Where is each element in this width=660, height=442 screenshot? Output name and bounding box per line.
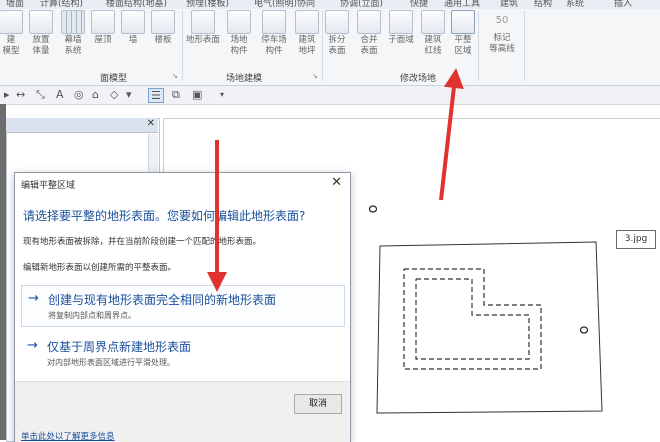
ribbon-button-site-component[interactable]: 场地 构件: [224, 10, 254, 57]
contour-label-icon: 50: [495, 15, 509, 26]
cancel-button[interactable]: 取消: [294, 394, 342, 414]
panel-separator: [524, 11, 525, 81]
ribbon-button-wall[interactable]: 墙: [118, 10, 148, 46]
panel-title-site-model: 场地建模: [226, 74, 263, 84]
menu-item[interactable]: 墙面: [6, 0, 24, 9]
thin-lines-icon[interactable]: ☰: [148, 88, 164, 103]
menu-item[interactable]: 预埋(楼板): [186, 0, 229, 9]
building-pad-icon: [295, 10, 319, 34]
dialog-footer: 取消 单击此处以了解更多信息: [15, 381, 350, 442]
ribbon-button-subregion[interactable]: 子面域: [384, 10, 418, 46]
dialog-text: 现有地形表面被拆除，并在当前阶段创建一个匹配的地形表面。: [23, 237, 262, 247]
option-subtitle: 对内部地形表面区域进行平滑处理。: [47, 358, 175, 367]
car-icon: [262, 10, 286, 34]
ribbon-button-property-line[interactable]: 建筑 红线: [418, 10, 448, 57]
menu-item[interactable]: 计算(结构): [40, 0, 83, 9]
ribbon-button-curtain-system[interactable]: 幕墙 系统: [58, 10, 88, 57]
building-pad-inner: [415, 278, 530, 360]
3d-view-icon[interactable]: ⌂: [92, 88, 99, 101]
option-title: 创建与现有地形表面完全相同的新地形表面: [48, 293, 277, 307]
ribbon-button-toposurface[interactable]: 地形表面: [182, 10, 224, 46]
menu-item[interactable]: 系统: [566, 0, 584, 9]
measure-icon[interactable]: ⤡: [36, 88, 45, 102]
dropdown-icon[interactable]: ▾: [126, 88, 132, 101]
ribbon: 建 模型 放置 体量 幕墙 系统 屋顶 墙 楼板 面模型 ↘ 地形表面 场地 构…: [0, 9, 660, 86]
quick-access-toolbar: ▸ ↔ ⤡ A ◎ ⌂ ◇ ▾ ☰ ⧉ ▣ ▾: [0, 86, 660, 105]
ribbon-button-floor[interactable]: 楼板: [148, 10, 178, 46]
point-marker: [579, 326, 589, 334]
split-surface-icon: [325, 10, 349, 34]
switch-windows-icon[interactable]: ▣: [192, 88, 202, 101]
arrow-right-icon[interactable]: ▸: [4, 88, 10, 101]
mass-icon: [29, 10, 53, 34]
option-title: 仅基于周界点新建地形表面: [47, 340, 192, 354]
menu-item[interactable]: 插入: [614, 0, 632, 9]
wall-icon: [121, 10, 145, 34]
close-icon[interactable]: ✕: [147, 118, 155, 129]
menu-item[interactable]: 电气(照明)协同: [254, 0, 315, 9]
ribbon-button-place-mass[interactable]: 放置 体量: [26, 10, 56, 57]
project-browser-header: ✕: [6, 118, 158, 133]
option-perimeter-only-button[interactable]: → 仅基于周界点新建地形表面 对内部地形表面区域进行平滑处理。: [21, 333, 343, 373]
ribbon-button-merge-surface[interactable]: 合并 表面: [354, 10, 384, 57]
dialog-text: 编辑新地形表面以创建所需的平整表面。: [23, 263, 177, 273]
panel-expand-icon[interactable]: ↘: [312, 72, 318, 80]
graded-region-icon: [451, 10, 475, 34]
toposurface-outline: [376, 241, 603, 414]
ribbon-button-label-contours[interactable]: 50 标记 等高线: [484, 10, 520, 55]
text-icon[interactable]: A: [56, 88, 64, 101]
ribbon-button-parking[interactable]: 停车场 构件: [256, 10, 292, 57]
menu-item[interactable]: 结构: [534, 0, 552, 9]
dimension-icon[interactable]: ↔: [16, 88, 25, 101]
menu-item[interactable]: 楼面结构(地基): [106, 0, 167, 9]
floor-icon: [151, 10, 175, 34]
dialog-title: 编辑平整区域: [21, 181, 76, 191]
panel-separator: [478, 11, 479, 81]
option-subtitle: 将复制内部点和周界点。: [48, 311, 136, 320]
arrow-right-icon: →: [28, 291, 39, 306]
panel-title-modify-site: 修改场地: [400, 74, 437, 84]
customize-icon[interactable]: ▾: [220, 90, 224, 99]
panel-expand-icon[interactable]: ↘: [172, 72, 178, 80]
menu-item[interactable]: 通用工具: [444, 0, 480, 9]
ribbon-button-roof[interactable]: 屋顶: [88, 10, 118, 46]
merge-surface-icon: [357, 10, 381, 34]
menu-item[interactable]: 协调(立面): [340, 0, 383, 9]
ribbon-button-building-pad[interactable]: 建筑 地坪: [292, 10, 322, 57]
image-label: 3.jpg: [616, 230, 656, 249]
property-line-icon: [421, 10, 445, 34]
ribbon-button-build-model[interactable]: 建 模型: [0, 10, 26, 57]
close-icon[interactable]: ✕: [331, 175, 342, 190]
tree-icon: [227, 10, 251, 34]
section-icon[interactable]: ◇: [110, 88, 118, 101]
dialog-heading: 请选择要平整的地形表面。您要如何编辑此地形表面?: [23, 209, 306, 223]
curtain-system-icon: [61, 10, 85, 34]
view-icon[interactable]: ◎: [74, 88, 84, 101]
ribbon-button-split-surface[interactable]: 拆分 表面: [322, 10, 352, 57]
toposurface-icon: [191, 10, 215, 34]
edit-graded-region-dialog: 编辑平整区域 ✕ 请选择要平整的地形表面。您要如何编辑此地形表面? 现有地形表面…: [14, 172, 351, 442]
roof-icon: [91, 10, 115, 34]
menu-item[interactable]: 建筑: [500, 0, 518, 9]
ribbon-button-graded-region[interactable]: 平整 区域: [448, 10, 478, 57]
panel-title-massing: 面模型: [100, 74, 128, 84]
point-marker: [368, 205, 378, 213]
option-copy-surface-button[interactable]: → 创建与现有地形表面完全相同的新地形表面 将复制内部点和周界点。: [21, 285, 345, 327]
arrow-right-icon: →: [27, 338, 38, 353]
menu-item[interactable]: 快捷: [410, 0, 428, 9]
close-hidden-icon[interactable]: ⧉: [172, 88, 180, 102]
more-info-link[interactable]: 单击此处以了解更多信息: [21, 430, 115, 442]
menu-bar: 墙面 计算(结构) 楼面结构(地基) 预埋(楼板) 电气(照明)协同 协调(立面…: [0, 0, 660, 9]
subregion-icon: [389, 10, 413, 34]
model-icon: [0, 10, 23, 34]
